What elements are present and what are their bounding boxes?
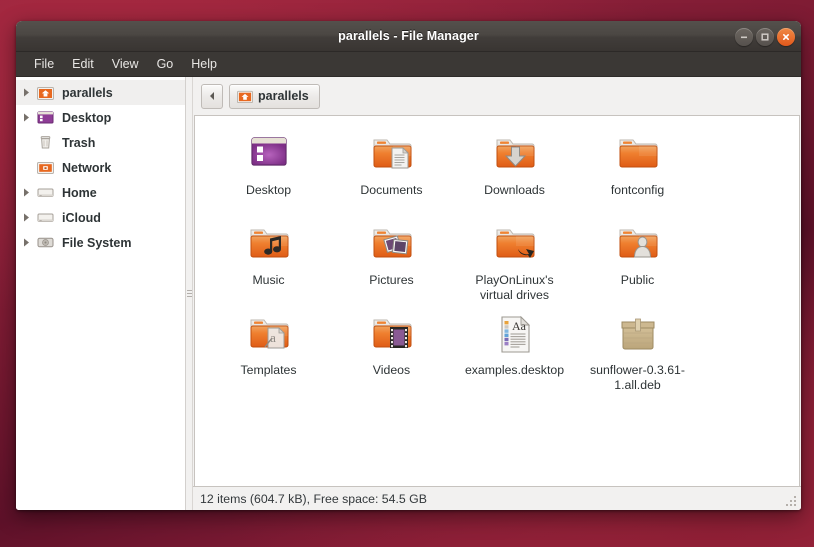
resize-grip-icon[interactable] bbox=[784, 494, 798, 508]
file-item-playonlinux-virtual-drives[interactable]: PlayOnLinux's virtual drives bbox=[453, 218, 576, 308]
menu-file[interactable]: File bbox=[25, 55, 63, 73]
file-item-downloads[interactable]: Downloads bbox=[453, 128, 576, 218]
maximize-button[interactable] bbox=[756, 27, 774, 46]
expander-icon[interactable] bbox=[19, 188, 34, 197]
file-item-templates[interactable]: a Templates bbox=[207, 308, 330, 398]
symlink-folder-icon bbox=[491, 220, 539, 268]
menu-edit[interactable]: Edit bbox=[63, 55, 103, 73]
menu-view[interactable]: View bbox=[103, 55, 148, 73]
breadcrumb-parallels[interactable]: parallels bbox=[229, 83, 320, 109]
breadcrumb-label: parallels bbox=[258, 89, 309, 103]
menu-go[interactable]: Go bbox=[148, 55, 183, 73]
network-icon bbox=[34, 159, 56, 176]
svg-text:Aa: Aa bbox=[512, 319, 527, 333]
file-item-sunflower-deb[interactable]: sunflower-0.3.61-1.all.deb bbox=[576, 308, 699, 398]
grid-spacer bbox=[699, 218, 799, 308]
templates-folder-icon: a bbox=[245, 310, 293, 358]
file-name: sunflower-0.3.61-1.all.deb bbox=[589, 363, 685, 392]
file-item-music[interactable]: Music bbox=[207, 218, 330, 308]
sidebar-item-parallels[interactable]: parallels bbox=[16, 80, 185, 105]
text-document-icon: Aa bbox=[491, 310, 539, 358]
file-item-fontconfig[interactable]: fontconfig bbox=[576, 128, 699, 218]
file-name: Public bbox=[620, 273, 655, 287]
sidebar-label: Home bbox=[62, 185, 97, 200]
sidebar-label: Network bbox=[62, 160, 112, 175]
sidebar-label: Desktop bbox=[62, 110, 112, 125]
public-folder-icon bbox=[614, 220, 662, 268]
sidebar-item-file-system[interactable]: File System bbox=[16, 230, 185, 255]
file-item-videos[interactable]: Videos bbox=[330, 308, 453, 398]
file-name: Documents bbox=[360, 183, 423, 197]
plain-folder-icon bbox=[614, 130, 662, 178]
music-folder-icon bbox=[245, 220, 293, 268]
home-folder-icon bbox=[237, 88, 253, 104]
expander-icon[interactable] bbox=[19, 88, 34, 97]
back-button[interactable] bbox=[201, 83, 223, 109]
file-name: examples.desktop bbox=[464, 363, 565, 377]
file-name: Templates bbox=[240, 363, 297, 377]
window-body: parallels Desktop Trash Network Home iCl… bbox=[16, 77, 801, 510]
file-item-public[interactable]: Public bbox=[576, 218, 699, 308]
file-manager-window: parallels - File Manager File Edit View … bbox=[16, 21, 801, 510]
videos-folder-icon bbox=[368, 310, 416, 358]
deb-package-icon bbox=[614, 310, 662, 358]
menu-bar: File Edit View Go Help bbox=[16, 52, 801, 77]
window-title: parallels - File Manager bbox=[338, 29, 479, 43]
svg-text:a: a bbox=[270, 330, 276, 345]
splitter-grip-icon bbox=[186, 290, 192, 297]
pictures-folder-icon bbox=[368, 220, 416, 268]
file-item-pictures[interactable]: Pictures bbox=[330, 218, 453, 308]
sidebar-item-trash[interactable]: Trash bbox=[16, 130, 185, 155]
sidebar-label: Trash bbox=[62, 135, 96, 150]
file-item-documents[interactable]: Documents bbox=[330, 128, 453, 218]
drive-icon bbox=[34, 184, 56, 201]
sidebar-label: iCloud bbox=[62, 210, 101, 225]
file-item-desktop[interactable]: Desktop bbox=[207, 128, 330, 218]
file-name: PlayOnLinux's virtual drives bbox=[475, 273, 554, 302]
sidebar-item-desktop[interactable]: Desktop bbox=[16, 105, 185, 130]
expander-icon[interactable] bbox=[19, 238, 34, 247]
minimize-button[interactable] bbox=[735, 27, 753, 46]
harddisk-icon bbox=[34, 234, 56, 251]
sidebar-label: parallels bbox=[62, 85, 113, 100]
file-grid: Desktop Documents Downloads fontconfig M… bbox=[199, 128, 795, 398]
home-folder-icon bbox=[34, 84, 56, 101]
file-name: Desktop bbox=[245, 183, 292, 197]
sidebar-item-network[interactable]: Network bbox=[16, 155, 185, 180]
sidebar: parallels Desktop Trash Network Home iCl… bbox=[16, 77, 186, 510]
file-name: Pictures bbox=[369, 273, 414, 287]
documents-folder-icon bbox=[368, 130, 416, 178]
expander-icon[interactable] bbox=[19, 213, 34, 222]
drive-icon bbox=[34, 209, 56, 226]
file-icon-view[interactable]: Desktop Documents Downloads fontconfig M… bbox=[194, 115, 800, 486]
menu-help[interactable]: Help bbox=[182, 55, 226, 73]
file-name: Videos bbox=[372, 363, 411, 377]
desktop-folder-icon bbox=[245, 130, 293, 178]
path-bar: parallels bbox=[193, 77, 801, 115]
file-name: Downloads bbox=[484, 183, 545, 197]
sidebar-label: File System bbox=[62, 235, 132, 250]
file-item-examples-desktop[interactable]: Aa examples.desktop bbox=[453, 308, 576, 398]
content-pane: parallels Desktop Documents Downloads fo… bbox=[193, 77, 801, 510]
trash-icon bbox=[34, 134, 56, 151]
status-text: 12 items (604.7 kB), Free space: 54.5 GB bbox=[200, 491, 427, 506]
status-bar: 12 items (604.7 kB), Free space: 54.5 GB bbox=[193, 486, 801, 510]
downloads-folder-icon bbox=[491, 130, 539, 178]
close-button[interactable] bbox=[777, 27, 795, 46]
title-bar[interactable]: parallels - File Manager bbox=[16, 21, 801, 52]
file-name: Music bbox=[252, 273, 285, 287]
expander-icon[interactable] bbox=[19, 113, 34, 122]
file-name: fontconfig bbox=[610, 183, 665, 197]
grid-spacer bbox=[699, 128, 799, 218]
sidebar-item-home[interactable]: Home bbox=[16, 180, 185, 205]
sidebar-item-icloud[interactable]: iCloud bbox=[16, 205, 185, 230]
window-controls bbox=[735, 21, 795, 52]
desktop-icon bbox=[34, 109, 56, 126]
sidebar-splitter[interactable] bbox=[186, 77, 193, 510]
